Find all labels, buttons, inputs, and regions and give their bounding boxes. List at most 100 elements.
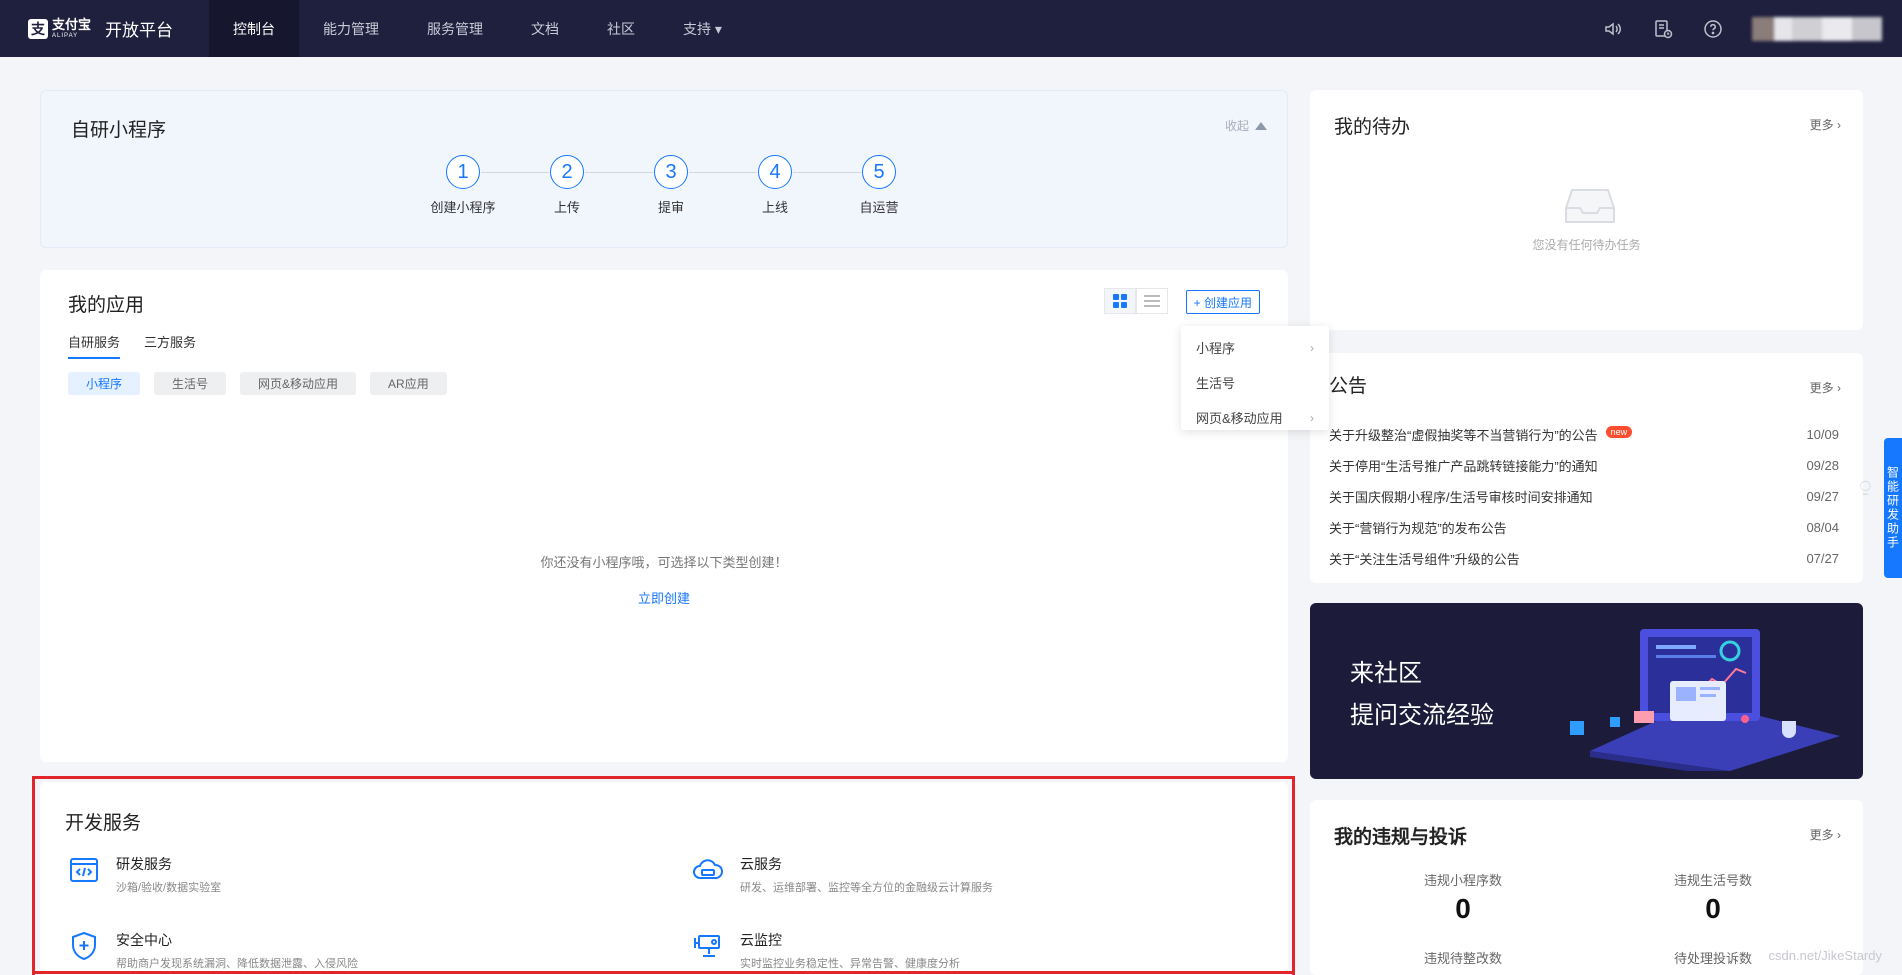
card-title: 自研小程序 [71, 120, 167, 141]
list-view-button[interactable] [1136, 288, 1168, 314]
mini-program-steps-card: 自研小程序 收起 1 创建小程序 2 上传 3 提审 4 上线 5 自运营 [40, 90, 1288, 248]
alipay-logo-icon: 支 [28, 18, 48, 39]
collapse-button[interactable]: 收起 [1225, 117, 1267, 134]
notice-item[interactable]: 关于国庆假期小程序/生活号审核时间安排通知 09/27 [1329, 481, 1839, 512]
step-label: 创建小程序 [430, 200, 496, 215]
nav-support[interactable]: 支持 ▾ [659, 0, 746, 57]
nav-community[interactable]: 社区 [583, 0, 659, 57]
banner-line-1: 来社区 [1350, 660, 1422, 687]
card-title: 公告 [1329, 376, 1368, 397]
step-label: 自运营 [859, 200, 899, 215]
step-number: 3 [654, 155, 688, 189]
step: 4 上线 [723, 155, 861, 216]
help-icon[interactable] [1702, 18, 1724, 40]
step: 1 创建小程序 [411, 155, 549, 216]
floating-helper-icon[interactable]: ⍜ [1860, 476, 1878, 498]
step-number: 5 [862, 155, 896, 189]
notice-title: 关于升级整治“虚假抽奖等不当营销行为”的公告 [1329, 428, 1598, 443]
chevron-right-icon: › [1310, 340, 1314, 355]
notice-item[interactable]: 关于停用“生活号推广产品跳转链接能力”的通知 09/28 [1329, 450, 1839, 481]
step-label: 上线 [761, 200, 788, 215]
service-rd[interactable]: 研发服务 沙箱/验收/数据实验室 [68, 854, 221, 895]
view-toggle [1104, 288, 1168, 314]
grid-view-button[interactable] [1104, 288, 1136, 314]
filter-life-account[interactable]: 生活号 [154, 372, 227, 395]
brand-cn: 支付宝 [52, 17, 92, 32]
step: 2 上传 [515, 155, 653, 216]
nav-capability[interactable]: 能力管理 [299, 0, 403, 57]
more-link[interactable]: 更多 › [1810, 826, 1841, 843]
more-link[interactable]: 更多 › [1810, 116, 1841, 133]
create-now-link[interactable]: 立即创建 [40, 588, 1288, 607]
service-desc: 沙箱/验收/数据实验室 [116, 882, 222, 894]
dropdown-item-life-account[interactable]: 生活号 [1181, 365, 1329, 400]
app-tabs: 自研服务 三方服务 [68, 332, 196, 359]
notice-item[interactable]: 关于“关注生活号组件”升级的公告 07/27 [1329, 543, 1839, 574]
notice-date: 08/04 [1806, 520, 1839, 535]
speaker-icon[interactable] [1602, 18, 1624, 40]
code-window-icon [70, 858, 98, 882]
service-monitor[interactable]: 云监控 实时监控业务稳定性、异常告警、健康度分析 [692, 930, 960, 971]
smart-assistant-tab[interactable]: 智能研发助手 [1884, 438, 1902, 578]
step-label: 上传 [553, 200, 580, 215]
my-apps-card: 我的应用 自研服务 三方服务 小程序 生活号 网页&移动应用 AR应用 + 创建… [40, 270, 1288, 762]
stat-pending-rectification[interactable]: 违规待整改数 [1363, 948, 1563, 967]
service-desc: 实时监控业务稳定性、异常告警、健康度分析 [740, 958, 960, 970]
stat-violation-mini-programs[interactable]: 违规小程序数 0 [1363, 870, 1563, 925]
service-security[interactable]: 安全中心 帮助商户发现系统漏洞、降低数据泄露、入侵风险 [68, 930, 358, 971]
card-title: 开发服务 [65, 813, 142, 834]
document-clock-icon[interactable] [1652, 18, 1674, 40]
service-cloud[interactable]: 云服务 研发、运维部署、监控等全方位的金融级云计算服务 [692, 854, 993, 895]
user-avatar[interactable] [1752, 16, 1882, 41]
filter-web-mobile[interactable]: 网页&移动应用 [240, 372, 357, 395]
step-label: 提审 [657, 200, 684, 215]
nav-console[interactable]: 控制台 [209, 0, 299, 57]
empty-inbox-icon [1565, 189, 1615, 223]
notice-list: 关于升级整治“虚假抽奖等不当营销行为”的公告 new 10/09 关于停用“生活号… [1329, 419, 1839, 574]
step-connector [585, 172, 653, 173]
notices-card: 公告 更多 › 关于升级整治“虚假抽奖等不当营销行为”的公告 new 10/09 … [1310, 353, 1863, 583]
community-banner[interactable]: 来社区 提问交流经验 [1310, 603, 1863, 779]
step-connector [481, 172, 549, 173]
logo[interactable]: 支 支付宝 ALIPAY 开放平台 [0, 0, 209, 57]
notice-item[interactable]: 关于“营销行为规范”的发布公告 08/04 [1329, 512, 1839, 543]
nav-service[interactable]: 服务管理 [403, 0, 507, 57]
banner-illustration [1570, 629, 1840, 771]
notice-date: 10/09 [1806, 427, 1839, 442]
highlight-frame-bottom [32, 971, 1295, 974]
dropdown-item-web-mobile[interactable]: 网页&移动应用 › [1181, 400, 1329, 435]
brand-en: ALIPAY [52, 33, 79, 39]
app-type-filters: 小程序 生活号 网页&移动应用 AR应用 [68, 372, 447, 395]
service-name: 云监控 [740, 932, 782, 948]
step-number: 1 [446, 155, 480, 189]
create-app-button[interactable]: + 创建应用 [1185, 290, 1260, 314]
service-name: 云服务 [740, 856, 782, 872]
watermark: csdn.net/JikeStardy [1768, 948, 1882, 963]
cloud-icon [693, 859, 723, 879]
card-title: 我的应用 [68, 295, 145, 316]
nav-docs[interactable]: 文档 [507, 0, 583, 57]
service-name: 研发服务 [116, 856, 172, 872]
card-title: 我的违规与投诉 [1334, 827, 1468, 848]
chevron-right-icon: › [1310, 410, 1314, 425]
empty-message: 您没有任何待办任务 [1532, 238, 1641, 252]
banner-line-2: 提问交流经验 [1350, 702, 1494, 729]
dropdown-item-mini-program[interactable]: 小程序 › [1181, 330, 1329, 365]
shield-plus-icon [72, 931, 96, 961]
step-number: 4 [758, 155, 792, 189]
list-icon [1144, 292, 1160, 310]
empty-message: 你还没有小程序哦，可选择以下类型创建！ [540, 555, 788, 570]
dev-services-card: 开发服务 研发服务 沙箱/验收/数据实验室 云服务 研发、运维部署、监控等全方位… [40, 782, 1288, 975]
more-link[interactable]: 更多 › [1810, 379, 1841, 396]
notice-title: 关于国庆假期小程序/生活号审核时间安排通知 [1329, 490, 1593, 505]
caret-up-icon [1255, 121, 1267, 130]
tab-self-developed[interactable]: 自研服务 [68, 332, 121, 359]
camera-monitor-icon [694, 935, 720, 957]
grid-icon [1113, 294, 1127, 308]
tab-third-party[interactable]: 三方服务 [144, 332, 196, 359]
filter-mini-program[interactable]: 小程序 [68, 372, 141, 395]
notice-date: 09/28 [1806, 458, 1839, 473]
stat-violation-life-accounts[interactable]: 违规生活号数 0 [1613, 870, 1813, 925]
notice-item[interactable]: 关于升级整治“虚假抽奖等不当营销行为”的公告 new 10/09 [1329, 419, 1839, 450]
filter-ar[interactable]: AR应用 [370, 372, 447, 395]
